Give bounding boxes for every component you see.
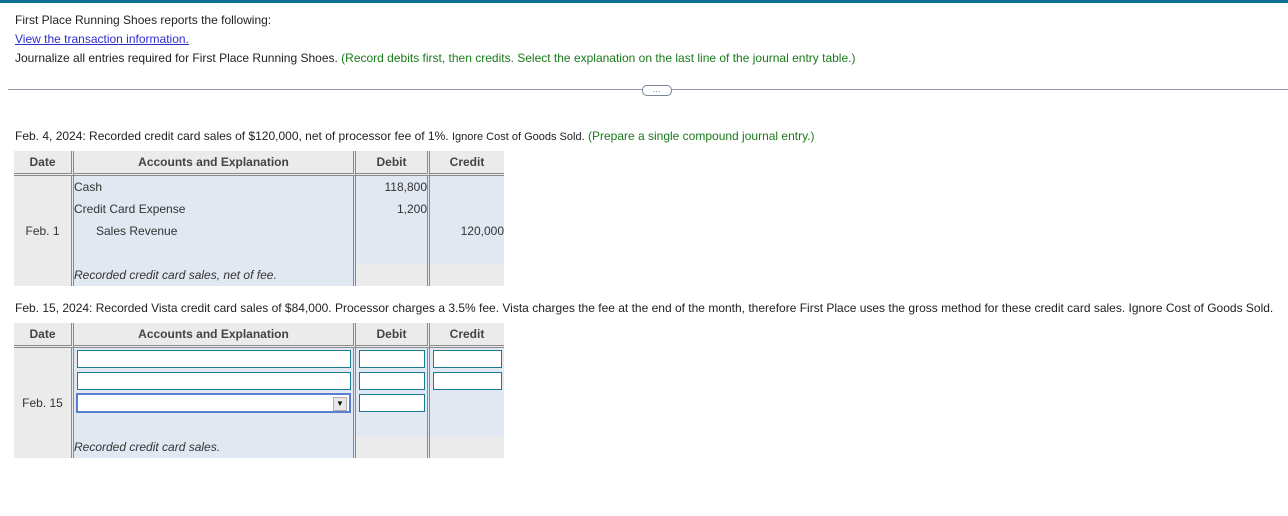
instruction-hint: (Record debits first, then credits. Sele…: [341, 51, 856, 65]
debit-input[interactable]: [359, 394, 425, 412]
table-header-row: Date Accounts and Explanation Debit Cred…: [14, 151, 504, 176]
col-header-accounts: Accounts and Explanation: [74, 323, 356, 348]
col-header-date: Date: [14, 323, 74, 348]
instruction-text: Journalize all entries required for Firs…: [15, 51, 855, 65]
entry2-prompt: Feb. 15, 2024: Recorded Vista credit car…: [15, 301, 1274, 315]
col-header-debit: Debit: [356, 151, 430, 176]
dropdown-arrow-icon[interactable]: ▼: [333, 397, 347, 411]
account-name: Sales Revenue: [74, 220, 356, 242]
col-header-credit: Credit: [430, 151, 504, 176]
account-name: Credit Card Expense: [74, 198, 356, 220]
table-row: [14, 370, 504, 392]
col-header-accounts: Accounts and Explanation: [74, 151, 356, 176]
top-accent-bar: [0, 0, 1288, 3]
table-row: Credit Card Expense 1,200: [14, 198, 504, 220]
account-name: Cash: [74, 176, 356, 198]
intro-text: First Place Running Shoes reports the fo…: [15, 13, 272, 27]
journal-table-entry2: Date Accounts and Explanation Debit Cred…: [14, 323, 504, 458]
account-input[interactable]: [77, 350, 351, 368]
credit-amount: [430, 176, 504, 198]
debit-amount: 1,200: [356, 198, 430, 220]
debit-input[interactable]: [359, 350, 425, 368]
col-header-debit: Debit: [356, 323, 430, 348]
table-row-spacer: [14, 242, 504, 264]
credit-amount: [430, 198, 504, 220]
debit-amount: [356, 220, 430, 242]
credit-input[interactable]: [433, 350, 502, 368]
credit-input[interactable]: [433, 372, 502, 390]
entry-date: Feb. 1: [14, 176, 74, 286]
table-header-row: Date Accounts and Explanation Debit Cred…: [14, 323, 504, 348]
entry-explanation: Recorded credit card sales, net of fee.: [74, 264, 356, 286]
more-options-button[interactable]: …: [642, 85, 672, 96]
table-row: Sales Revenue 120,000: [14, 220, 504, 242]
debit-input[interactable]: [359, 372, 425, 390]
view-transaction-link[interactable]: View the transaction information.: [15, 32, 189, 46]
col-header-date: Date: [14, 151, 74, 176]
entry1-prompt-main: Feb. 4, 2024: Recorded credit card sales…: [15, 129, 449, 143]
table-row-spacer: [14, 414, 504, 436]
account-input[interactable]: [77, 372, 351, 390]
col-header-credit: Credit: [430, 323, 504, 348]
journal-table-entry1: Date Accounts and Explanation Debit Cred…: [14, 151, 504, 286]
entry1-prompt-small: Ignore Cost of Goods Sold.: [451, 131, 585, 143]
explanation-row: Recorded credit card sales, net of fee.: [14, 264, 504, 286]
instruction-main: Journalize all entries required for Firs…: [15, 51, 338, 65]
explanation-row: Recorded credit card sales.: [14, 436, 504, 458]
debit-amount: 118,800: [356, 176, 430, 198]
credit-amount: 120,000: [430, 220, 504, 242]
table-row: Feb. 1 Cash 118,800: [14, 176, 504, 286]
entry1-prompt: Feb. 4, 2024: Recorded credit card sales…: [15, 129, 815, 143]
entry-date: Feb. 15: [14, 348, 74, 458]
entry1-prompt-hint: (Prepare a single compound journal entry…: [587, 129, 815, 143]
account-select[interactable]: ▼: [76, 393, 351, 413]
table-row: Feb. 15: [14, 348, 504, 458]
table-row: ▼: [14, 392, 504, 414]
entry-explanation: Recorded credit card sales.: [74, 436, 356, 458]
